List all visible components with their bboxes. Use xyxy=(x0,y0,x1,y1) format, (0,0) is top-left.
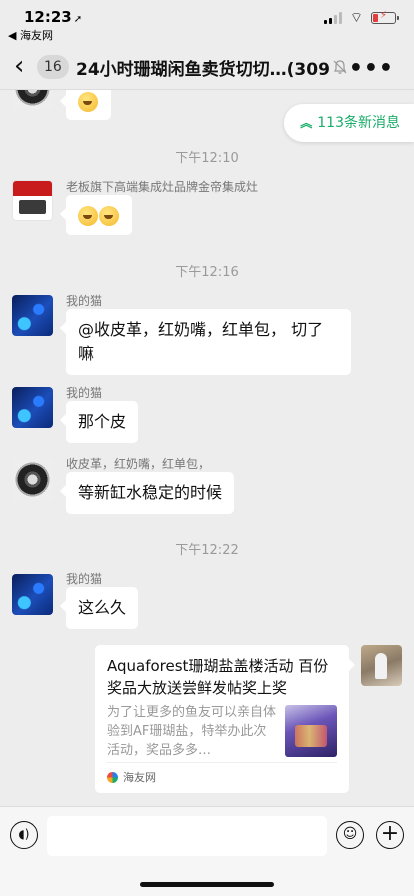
sender-name: 我的猫 xyxy=(66,386,103,400)
new-messages-pill[interactable]: ︽ 113条新消息 xyxy=(284,104,414,142)
link-card-description: 为了让更多的鱼友可以亲自体验到AF珊瑚盐，特举办此次活动，奖品多多… xyxy=(107,705,277,758)
timestamp: 下午12:10 xyxy=(175,151,239,166)
emoji-message[interactable] xyxy=(60,90,111,120)
mute-bell-icon xyxy=(333,60,347,74)
link-card[interactable]: Aquaforest珊瑚盐盖楼活动 百份奖品大放送尝鲜发帖奖上奖 为了让更多的鱼… xyxy=(95,645,355,793)
link-card-thumbnail xyxy=(285,705,337,757)
new-messages-label: 113条新消息 xyxy=(317,115,400,131)
wifi-icon: ⌔ xyxy=(349,10,363,26)
chat-header: ‹ 16 24小时珊瑚闲鱼卖货切切…(309) ••• xyxy=(0,44,414,90)
avatar-cat[interactable] xyxy=(12,295,53,336)
sender-name: 我的猫 xyxy=(66,294,103,308)
laugh-emoji-icon xyxy=(78,205,98,226)
home-indicator[interactable] xyxy=(140,882,274,887)
status-bar: 12:23 ➚ ◀ 海友网 ⌔ ⚡ xyxy=(0,0,414,44)
clock: 12:23 ➚ xyxy=(24,8,82,26)
sender-name: 收皮革，红奶嘴，红单包， xyxy=(66,457,211,471)
avatar-cat[interactable] xyxy=(12,387,53,428)
status-indicators: ⌔ ⚡ xyxy=(323,10,399,26)
message-input[interactable] xyxy=(47,816,327,856)
voice-icon[interactable]: ◖) xyxy=(10,821,38,849)
text-message[interactable]: 那个皮 xyxy=(59,401,139,443)
emoji-message[interactable] xyxy=(60,195,132,235)
sender-name: 我的猫 xyxy=(66,572,103,586)
chat-title: 24小时珊瑚闲鱼卖货切切…(309) xyxy=(76,60,331,80)
avatar-cat[interactable] xyxy=(12,574,53,615)
emoji-icon[interactable]: ☺ xyxy=(336,821,364,849)
laugh-emoji-icon xyxy=(99,205,119,226)
avatar-self[interactable] xyxy=(361,645,402,686)
battery-icon: ⚡ xyxy=(371,10,399,24)
double-chevron-up-icon: ︽ xyxy=(300,116,313,130)
more-icon[interactable]: ••• xyxy=(349,56,394,81)
avatar-stove[interactable] xyxy=(12,180,53,221)
text-message[interactable]: 等新缸水稳定的时候 xyxy=(59,472,235,514)
location-arrow-icon: ➚ xyxy=(73,14,83,25)
timestamp: 下午12:22 xyxy=(175,543,239,558)
text-message[interactable]: 这么久 xyxy=(59,587,139,629)
laugh-emoji-icon xyxy=(78,91,98,112)
plus-icon[interactable]: + xyxy=(376,821,404,849)
avatar-leather[interactable] xyxy=(12,459,53,500)
back-to-app-link[interactable]: ◀ 海友网 xyxy=(8,27,53,43)
sender-name: 老板旗下高端集成灶品牌金帝集成灶 xyxy=(66,180,259,194)
back-chevron-icon[interactable]: ‹ xyxy=(14,53,24,79)
link-card-title: Aquaforest珊瑚盐盖楼活动 百份奖品大放送尝鲜发帖奖上奖 xyxy=(107,657,329,697)
text-message[interactable]: @收皮革，红奶嘴，红单包， 切了嘛 xyxy=(60,309,351,375)
avatar-leather[interactable] xyxy=(12,90,53,109)
cellular-signal-icon xyxy=(323,12,342,24)
clock-text: 12:23 xyxy=(24,8,72,26)
link-card-source: 海友网 xyxy=(107,762,337,785)
link-card-source-label: 海友网 xyxy=(123,771,156,784)
source-logo-icon xyxy=(107,771,118,783)
timestamp: 下午12:16 xyxy=(175,265,239,280)
unread-count-badge[interactable]: 16 xyxy=(37,55,69,79)
chat-area[interactable]: ︽ 113条新消息 下午12:10 老板旗下高端集成灶品牌金帝集成灶 下午12:1… xyxy=(0,90,414,806)
input-bar: ◖) ☺ + xyxy=(0,806,414,896)
